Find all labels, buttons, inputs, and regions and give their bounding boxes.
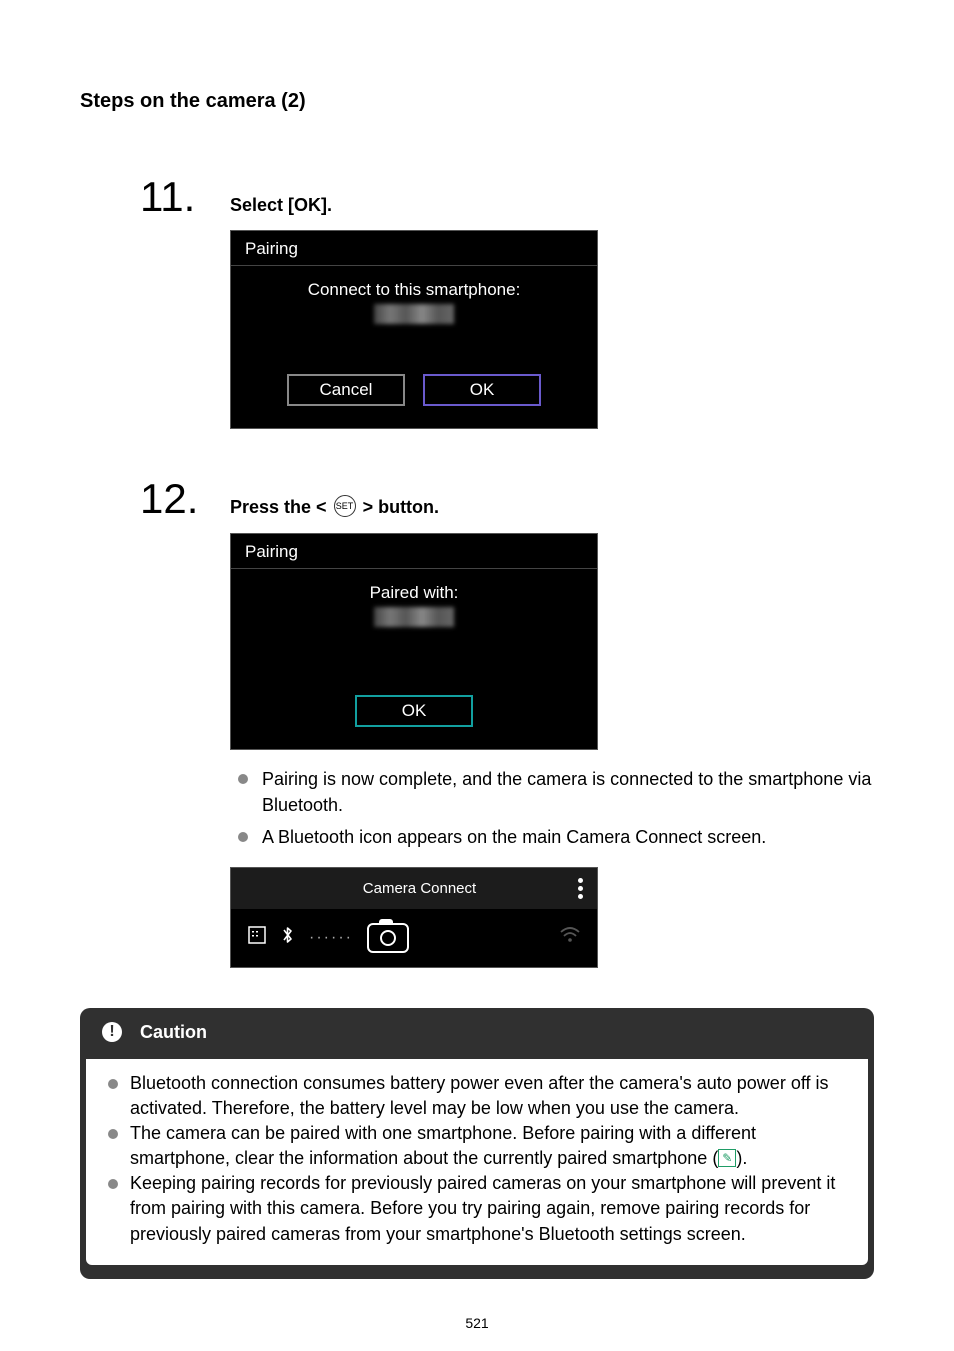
device-name-redacted <box>374 304 454 324</box>
step-12: 12. Press the < SET > button. Pairing Pa… <box>140 475 874 968</box>
camera-icon <box>367 923 409 953</box>
caution-item2-post: ). <box>736 1148 747 1168</box>
caution-list: Bluetooth connection consumes battery po… <box>86 1059 868 1265</box>
app-title: Camera Connect <box>261 880 578 897</box>
bluetooth-icon <box>281 925 295 950</box>
ok-button[interactable]: OK <box>423 374 541 406</box>
caution-icon: ! <box>102 1022 122 1042</box>
cancel-button[interactable]: Cancel <box>287 374 405 406</box>
caution-title: Caution <box>140 1022 207 1043</box>
step-number-12: 12. <box>140 475 230 523</box>
caution-item-pairing-records: Keeping pairing records for previously p… <box>104 1171 850 1247</box>
section-heading: Steps on the camera (2) <box>80 90 874 113</box>
note-bt-icon: A Bluetooth icon appears on the main Cam… <box>238 824 874 850</box>
page-number: 521 <box>80 1315 874 1331</box>
sd-card-icon <box>247 925 267 950</box>
link-ref-icon[interactable]: ✎ <box>718 1149 736 1167</box>
set-button-icon: SET <box>334 495 356 517</box>
device-name-redacted <box>374 607 454 627</box>
caution-item-battery: Bluetooth connection consumes battery po… <box>104 1071 850 1121</box>
kebab-menu-icon[interactable] <box>578 878 583 899</box>
camera-screen-paired: Pairing Paired with: OK <box>230 533 598 750</box>
connection-dots: ······ <box>309 929 353 947</box>
step-11-title: Select [OK]. <box>230 195 874 216</box>
caution-box: ! Caution Bluetooth connection consumes … <box>80 1008 874 1279</box>
step-11: 11. Select [OK]. Pairing Connect to this… <box>140 173 874 445</box>
screen-message: Connect to this smartphone: <box>241 280 587 300</box>
screen-message: Paired with: <box>241 583 587 603</box>
screen-header: Pairing <box>231 231 597 266</box>
step-12-title: Press the < SET > button. <box>230 497 874 519</box>
wifi-icon <box>559 926 581 949</box>
screen-header: Pairing <box>231 534 597 569</box>
step-number-11: 11. <box>140 173 230 221</box>
caution-item2-pre: The camera can be paired with one smartp… <box>130 1123 756 1168</box>
step-12-notes: Pairing is now complete, and the camera … <box>230 766 874 850</box>
step-12-title-post: > button. <box>358 497 439 517</box>
ok-button[interactable]: OK <box>355 695 473 727</box>
note-pairing-complete: Pairing is now complete, and the camera … <box>238 766 874 818</box>
caution-item-one-smartphone: The camera can be paired with one smartp… <box>104 1121 850 1171</box>
phone-camera-connect-screen: Camera Connect ······ <box>230 867 598 968</box>
step-12-title-pre: Press the < <box>230 497 332 517</box>
camera-screen-pairing-confirm: Pairing Connect to this smartphone: Canc… <box>230 230 598 429</box>
